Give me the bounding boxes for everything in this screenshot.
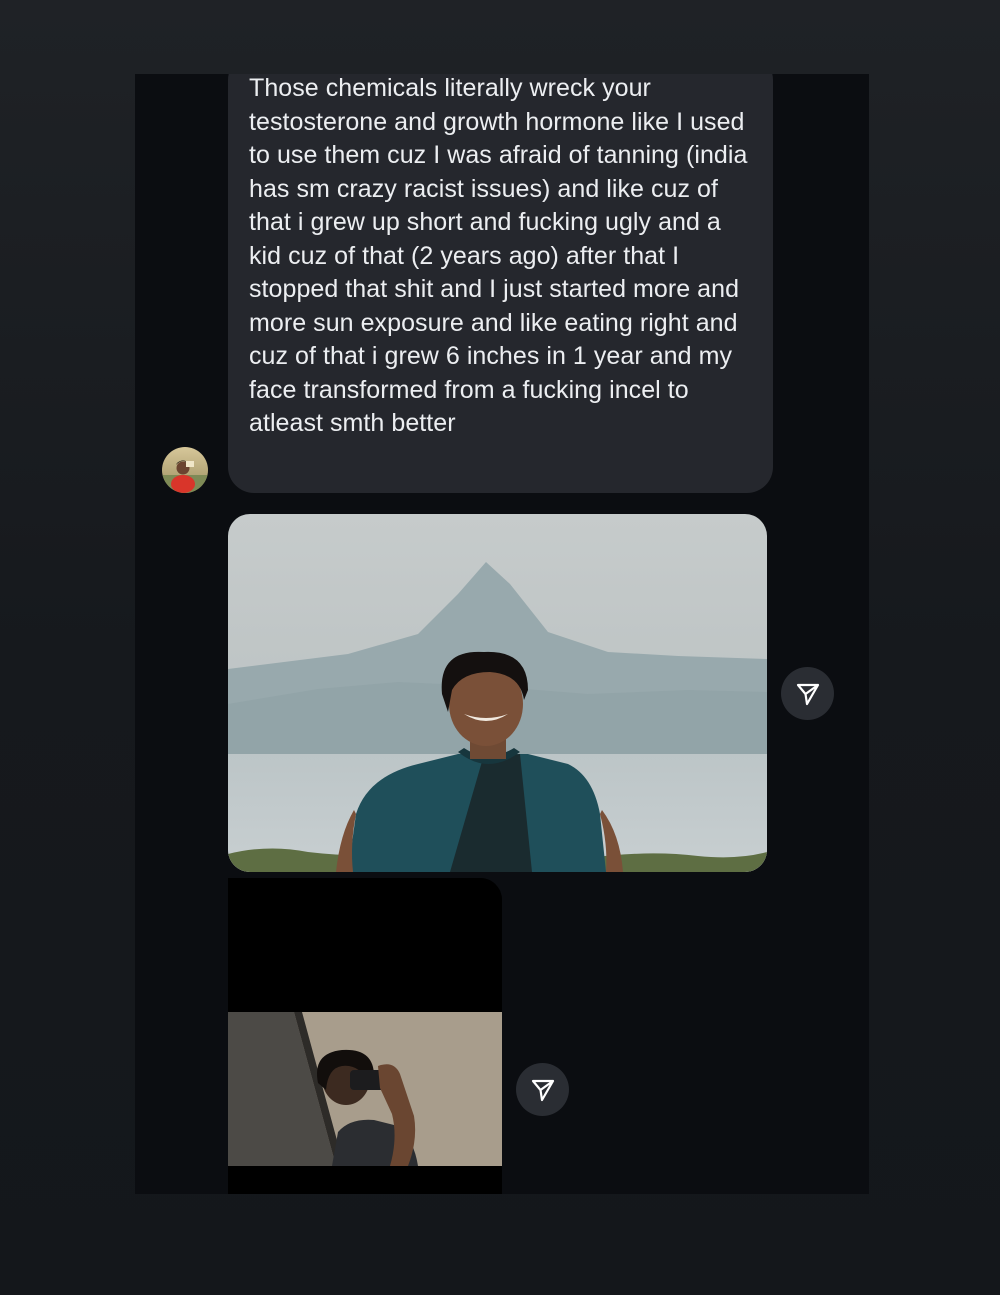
paper-plane-icon: [531, 1078, 555, 1102]
share-button[interactable]: [781, 667, 834, 720]
dm-thread-screen: Those chemicals literally wreck your tes…: [135, 74, 869, 1194]
sender-avatar[interactable]: [162, 447, 208, 493]
share-button[interactable]: [516, 1063, 569, 1116]
paper-plane-icon: [796, 682, 820, 706]
message-text: Those chemicals literally wreck your tes…: [249, 74, 748, 437]
message-bubble[interactable]: Those chemicals literally wreck your tes…: [228, 74, 773, 493]
photo-mirror-selfie[interactable]: [228, 878, 502, 1194]
photo-boy-mountain-lake[interactable]: [228, 514, 767, 872]
